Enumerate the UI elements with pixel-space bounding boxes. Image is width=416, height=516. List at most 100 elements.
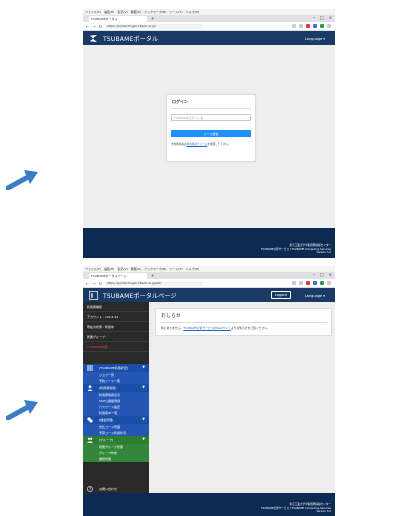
- arrow-2: [6, 398, 40, 420]
- chevron-down-icon: ▼: [142, 417, 145, 421]
- minimize-icon[interactable]: –: [313, 272, 315, 277]
- menu-view[interactable]: 表示(V): [117, 267, 127, 271]
- logout-button[interactable]: Logout: [271, 291, 291, 299]
- menu-help[interactable]: ヘルプ(H): [186, 267, 200, 271]
- new-tab-icon[interactable]: +: [151, 273, 154, 278]
- close-icon[interactable]: ×: [329, 272, 332, 277]
- new-tab-icon[interactable]: +: [151, 16, 154, 21]
- sidebar-section-header[interactable]: [利用者情報] ▼: [83, 384, 149, 392]
- chevron-down-icon: ▼: [142, 365, 145, 369]
- maximize-icon[interactable]: □: [320, 272, 324, 277]
- extension-icon[interactable]: [320, 281, 324, 285]
- extension-icon[interactable]: [306, 281, 310, 285]
- login-screenshot: ファイル(F) 編集(E) 表示(V) 履歴(S) ブックマーク(B) ツール(…: [83, 9, 335, 258]
- list-icon: [87, 365, 93, 371]
- site-title: TSUBAMEポータルページ: [103, 293, 177, 300]
- send-mail-button[interactable]: メール送信: [171, 130, 251, 137]
- site-footer: 東京工業大学学術国際情報センター TSUBAME計算サービス / TSUBAME…: [83, 228, 335, 258]
- divider: [160, 322, 327, 323]
- menu-icon[interactable]: [327, 281, 331, 285]
- footer-version: Version 4.0: [316, 510, 332, 513]
- extension-icons: [292, 24, 331, 28]
- extension-icon[interactable]: [306, 24, 310, 28]
- maximize-icon[interactable]: □: [320, 15, 324, 20]
- divider: [171, 108, 251, 109]
- forward-icon[interactable]: →: [92, 281, 95, 286]
- back-icon[interactable]: ←: [86, 24, 89, 29]
- menu-history[interactable]: 履歴(S): [131, 267, 141, 271]
- site-header: TSUBAMEポータルページ Logout Language ▾: [83, 288, 335, 303]
- sidebar-section-header[interactable]: [TSUBAME利用状況] ▼: [83, 364, 149, 372]
- extension-icon[interactable]: [292, 24, 296, 28]
- browser-toolbar: ← → ↻ https://portal.t3.gsic.titech.ac.j…: [83, 279, 335, 288]
- extension-icon[interactable]: [313, 281, 317, 285]
- sidebar-tsubame-usage[interactable]: TSUBAME利用: [83, 342, 149, 352]
- notice-title: おしらせ: [161, 313, 181, 319]
- sidebar-group: 所属グループ :: [83, 332, 149, 342]
- menu-edit[interactable]: 編集(E): [104, 10, 114, 14]
- browser-tab[interactable]: TSUBAMEポータルページ: [89, 273, 147, 279]
- language-menu[interactable]: Language ▾: [305, 294, 325, 298]
- tsubame-logo-icon: [89, 34, 98, 43]
- reload-icon[interactable]: ↻: [99, 24, 102, 29]
- arrow-1: [6, 168, 40, 190]
- login-name-input[interactable]: TSUBAMEログイン名: [171, 114, 251, 121]
- footer-version: Version 3.0: [316, 251, 332, 254]
- browser-tabbar: TSUBAMEポータル + – □ ×: [83, 15, 335, 22]
- menu-history[interactable]: 履歴(S): [131, 10, 141, 14]
- help-icon: ?: [87, 486, 93, 492]
- menu-file[interactable]: ファイル(F): [85, 267, 101, 271]
- menu-tools[interactable]: ツール(T): [169, 267, 182, 271]
- portal-screenshot: ファイル(F) 編集(E) 表示(V) 履歴(S) ブックマーク(B) ツール(…: [83, 266, 335, 516]
- extension-icon[interactable]: [320, 24, 324, 28]
- extension-icons: [292, 281, 331, 285]
- notice-text: 特にありません。TSUBAME計算サービスのWebサイトよりお知らせをご覧くださ…: [161, 326, 270, 330]
- menu-tools[interactable]: ツール(T): [169, 10, 182, 14]
- portal-body: 利用者種別 アカウント : xx0-2-24 現在の状態 : 利用中 所属グルー…: [83, 302, 335, 493]
- reload-icon[interactable]: ↻: [99, 281, 102, 286]
- minimize-icon[interactable]: –: [313, 15, 315, 20]
- service-website-link[interactable]: TSUBAME計算サービスのWebサイト: [183, 326, 231, 330]
- menu-edit[interactable]: 編集(E): [104, 267, 114, 271]
- browser-toolbar: ← → ↻ https://portal.t3.gsic.titech.ac.j…: [83, 22, 335, 31]
- back-icon[interactable]: ←: [86, 281, 89, 286]
- sidebar-item-contact[interactable]: ? お問い合わせ: [83, 485, 149, 493]
- menu-bookmarks[interactable]: ブックマーク(B): [144, 10, 166, 14]
- window-controls: – □ ×: [313, 272, 332, 277]
- extension-icon[interactable]: [299, 281, 303, 285]
- menu-toggle-icon[interactable]: [89, 291, 98, 300]
- sidebar-status: 現在の状態 : 利用中: [83, 322, 149, 332]
- site-header: TSUBAMEポータル Language ▾: [83, 31, 335, 46]
- sidebar-section-group: [グループ] ▼ 所属グループ管理 グループ作成 課題管理: [83, 436, 149, 462]
- sidebar-section-billing: [課金管理] ▼ 支払コード管理 予算コード利用状況: [83, 416, 149, 436]
- chevron-down-icon: ▼: [142, 437, 145, 441]
- menu-help[interactable]: ヘルプ(H): [186, 10, 200, 14]
- close-icon[interactable]: ×: [329, 15, 332, 20]
- extension-icon[interactable]: [299, 24, 303, 28]
- language-menu[interactable]: Language ▾: [305, 37, 325, 41]
- browser-tab[interactable]: TSUBAMEポータル: [89, 16, 147, 22]
- extension-icon[interactable]: [313, 24, 317, 28]
- menu-view[interactable]: 表示(V): [117, 10, 127, 14]
- sidebar-section-header[interactable]: [グループ] ▼: [83, 436, 149, 444]
- browser-tabbar: TSUBAMEポータルページ + – □ ×: [83, 272, 335, 279]
- forward-icon[interactable]: →: [92, 24, 95, 29]
- url-field[interactable]: https://portal.t3.gsic.titech.ac.jp/ptl/: [105, 280, 204, 286]
- arrow-icon: [6, 400, 38, 420]
- site-title: TSUBAMEポータル: [103, 36, 159, 43]
- group-icon: [87, 437, 93, 443]
- sidebar-item-project-manage[interactable]: 課題管理: [83, 456, 149, 462]
- sidebar-section-user: [利用者情報] ▼ 利用者情報表示 SSH公開鍵登録 パスワード設定 利用者ID一…: [83, 384, 149, 416]
- menu-icon[interactable]: [327, 24, 331, 28]
- extension-icon[interactable]: [292, 281, 296, 285]
- application-form-link[interactable]: 利用申請フォーム: [187, 143, 208, 146]
- menu-file[interactable]: ファイル(F): [85, 10, 101, 14]
- sidebar: 利用者種別 アカウント : xx0-2-24 現在の状態 : 利用中 所属グルー…: [83, 302, 149, 493]
- sidebar-account: アカウント : xx0-2-24: [83, 312, 149, 322]
- url-field[interactable]: https://portal.t3.gsic.titech.ac.jp/: [105, 23, 204, 29]
- sidebar-section-header[interactable]: [課金管理] ▼: [83, 416, 149, 424]
- sidebar-user-type: 利用者種別: [83, 302, 149, 312]
- menu-bookmarks[interactable]: ブックマーク(B): [144, 267, 166, 271]
- notice-panel: おしらせ 特にありません。TSUBAME計算サービスのWebサイトよりお知らせを…: [155, 308, 332, 336]
